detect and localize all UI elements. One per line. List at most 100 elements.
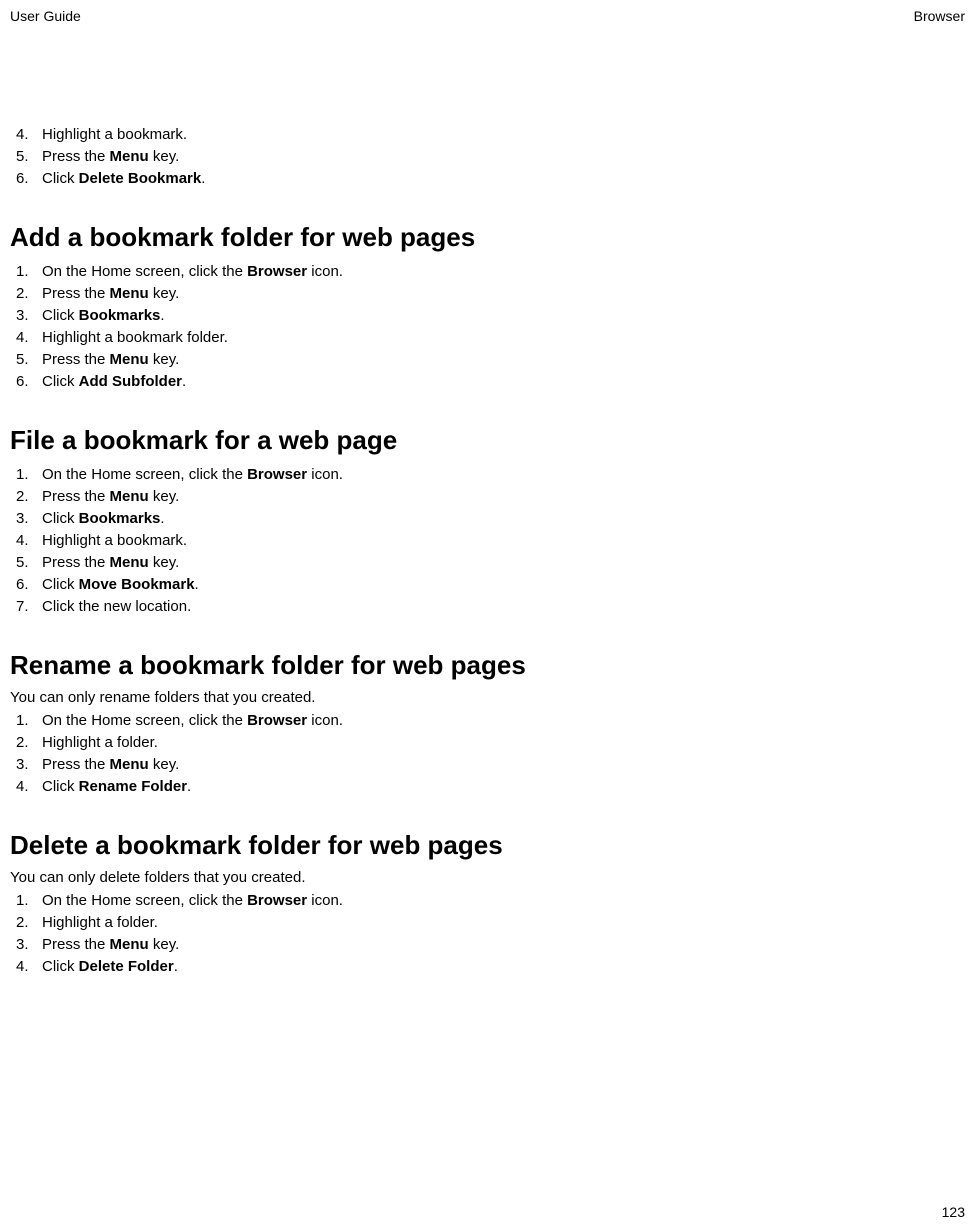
- list-item: 4.Click Delete Folder.: [10, 956, 965, 978]
- section-steps-list: 1.On the Home screen, click the Browser …: [10, 890, 965, 978]
- section-steps-list: 1.On the Home screen, click the Browser …: [10, 464, 965, 618]
- list-item: 6.Click Move Bookmark.: [10, 574, 965, 596]
- step-text: Click Bookmarks.: [42, 305, 965, 327]
- list-item: 3.Click Bookmarks.: [10, 508, 965, 530]
- step-number: 1.: [10, 261, 42, 283]
- list-item: 4.Highlight a bookmark.: [10, 124, 965, 146]
- bold-term: Browser: [247, 263, 307, 280]
- list-item: 2.Press the Menu key.: [10, 486, 965, 508]
- step-number: 5.: [10, 146, 42, 168]
- bold-term: Delete Folder: [79, 958, 174, 975]
- list-item: 6.Click Add Subfolder.: [10, 371, 965, 393]
- step-number: 2.: [10, 283, 42, 305]
- step-text: On the Home screen, click the Browser ic…: [42, 890, 965, 912]
- section-heading: Add a bookmark folder for web pages: [10, 222, 965, 253]
- step-number: 3.: [10, 934, 42, 956]
- step-number: 1.: [10, 710, 42, 732]
- bold-term: Move Bookmark: [79, 576, 195, 593]
- list-item: 5.Press the Menu key.: [10, 349, 965, 371]
- list-item: 6.Click Delete Bookmark.: [10, 168, 965, 190]
- step-text: Click Rename Folder.: [42, 776, 965, 798]
- list-item: 3.Press the Menu key.: [10, 934, 965, 956]
- bold-term: Delete Bookmark: [79, 170, 202, 187]
- bold-term: Menu: [110, 936, 149, 953]
- bold-term: Bookmarks: [79, 307, 161, 324]
- list-item: 2.Press the Menu key.: [10, 283, 965, 305]
- bold-term: Browser: [247, 712, 307, 729]
- step-number: 5.: [10, 552, 42, 574]
- list-item: 1.On the Home screen, click the Browser …: [10, 710, 965, 732]
- step-number: 6.: [10, 574, 42, 596]
- page-footer: 123: [942, 1204, 965, 1220]
- step-text: Click Delete Bookmark.: [42, 168, 965, 190]
- page-header: User Guide Browser: [0, 0, 975, 24]
- section-intro: You can only rename folders that you cre…: [10, 689, 965, 706]
- section-intro: You can only delete folders that you cre…: [10, 869, 965, 886]
- step-number: 6.: [10, 371, 42, 393]
- step-text: Highlight a folder.: [42, 732, 965, 754]
- step-number: 3.: [10, 508, 42, 530]
- step-text: Click Add Subfolder.: [42, 371, 965, 393]
- step-text: Press the Menu key.: [42, 754, 965, 776]
- step-number: 2.: [10, 732, 42, 754]
- bold-term: Menu: [110, 351, 149, 368]
- bold-term: Menu: [110, 285, 149, 302]
- initial-steps-list: 4.Highlight a bookmark.5.Press the Menu …: [10, 124, 965, 190]
- step-text: Press the Menu key.: [42, 349, 965, 371]
- list-item: 3.Press the Menu key.: [10, 754, 965, 776]
- step-number: 2.: [10, 912, 42, 934]
- section-heading: File a bookmark for a web page: [10, 425, 965, 456]
- bold-term: Add Subfolder: [79, 373, 182, 390]
- step-text: Highlight a bookmark.: [42, 530, 965, 552]
- step-number: 4.: [10, 124, 42, 146]
- section-heading: Rename a bookmark folder for web pages: [10, 650, 965, 681]
- list-item: 5.Press the Menu key.: [10, 146, 965, 168]
- list-item: 2.Highlight a folder.: [10, 912, 965, 934]
- step-text: Highlight a bookmark.: [42, 124, 965, 146]
- step-number: 4.: [10, 956, 42, 978]
- step-text: On the Home screen, click the Browser ic…: [42, 464, 965, 486]
- header-left: User Guide: [10, 8, 81, 24]
- step-text: Press the Menu key.: [42, 486, 965, 508]
- list-item: 1.On the Home screen, click the Browser …: [10, 261, 965, 283]
- list-item: 4.Highlight a bookmark folder.: [10, 327, 965, 349]
- step-text: Press the Menu key.: [42, 146, 965, 168]
- step-number: 3.: [10, 305, 42, 327]
- bold-term: Menu: [110, 756, 149, 773]
- step-number: 3.: [10, 754, 42, 776]
- step-number: 5.: [10, 349, 42, 371]
- list-item: 2.Highlight a folder.: [10, 732, 965, 754]
- section-steps-list: 1.On the Home screen, click the Browser …: [10, 261, 965, 393]
- step-number: 1.: [10, 890, 42, 912]
- step-text: Highlight a folder.: [42, 912, 965, 934]
- sections-container: Add a bookmark folder for web pages1.On …: [10, 222, 965, 978]
- bold-term: Browser: [247, 466, 307, 483]
- step-text: On the Home screen, click the Browser ic…: [42, 710, 965, 732]
- section-steps-list: 1.On the Home screen, click the Browser …: [10, 710, 965, 798]
- step-number: 4.: [10, 776, 42, 798]
- step-text: Click Bookmarks.: [42, 508, 965, 530]
- step-number: 6.: [10, 168, 42, 190]
- bold-term: Menu: [110, 554, 149, 571]
- list-item: 3.Click Bookmarks.: [10, 305, 965, 327]
- step-text: Click Delete Folder.: [42, 956, 965, 978]
- step-text: On the Home screen, click the Browser ic…: [42, 261, 965, 283]
- list-item: 1.On the Home screen, click the Browser …: [10, 890, 965, 912]
- list-item: 7.Click the new location.: [10, 596, 965, 618]
- bold-term: Rename Folder: [79, 778, 187, 795]
- page-number: 123: [942, 1204, 965, 1220]
- step-number: 2.: [10, 486, 42, 508]
- step-number: 7.: [10, 596, 42, 618]
- bold-term: Menu: [110, 488, 149, 505]
- bold-term: Browser: [247, 892, 307, 909]
- step-number: 4.: [10, 327, 42, 349]
- step-text: Press the Menu key.: [42, 934, 965, 956]
- step-text: Click the new location.: [42, 596, 965, 618]
- bold-term: Bookmarks: [79, 510, 161, 527]
- page-content: 4.Highlight a bookmark.5.Press the Menu …: [0, 24, 975, 978]
- bold-term: Menu: [110, 148, 149, 165]
- step-number: 4.: [10, 530, 42, 552]
- header-right: Browser: [914, 8, 965, 24]
- step-text: Highlight a bookmark folder.: [42, 327, 965, 349]
- step-text: Click Move Bookmark.: [42, 574, 965, 596]
